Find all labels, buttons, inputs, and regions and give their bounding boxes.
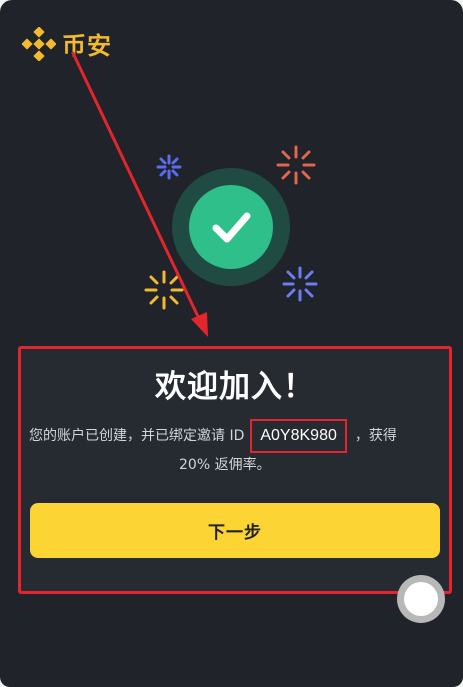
app-screen: 币安 欢迎加入！ 您的账户已创建，并已绑定邀请 ID A0Y8K980 ，获得 … xyxy=(0,0,463,687)
annotation-arrow-icon xyxy=(71,51,208,337)
